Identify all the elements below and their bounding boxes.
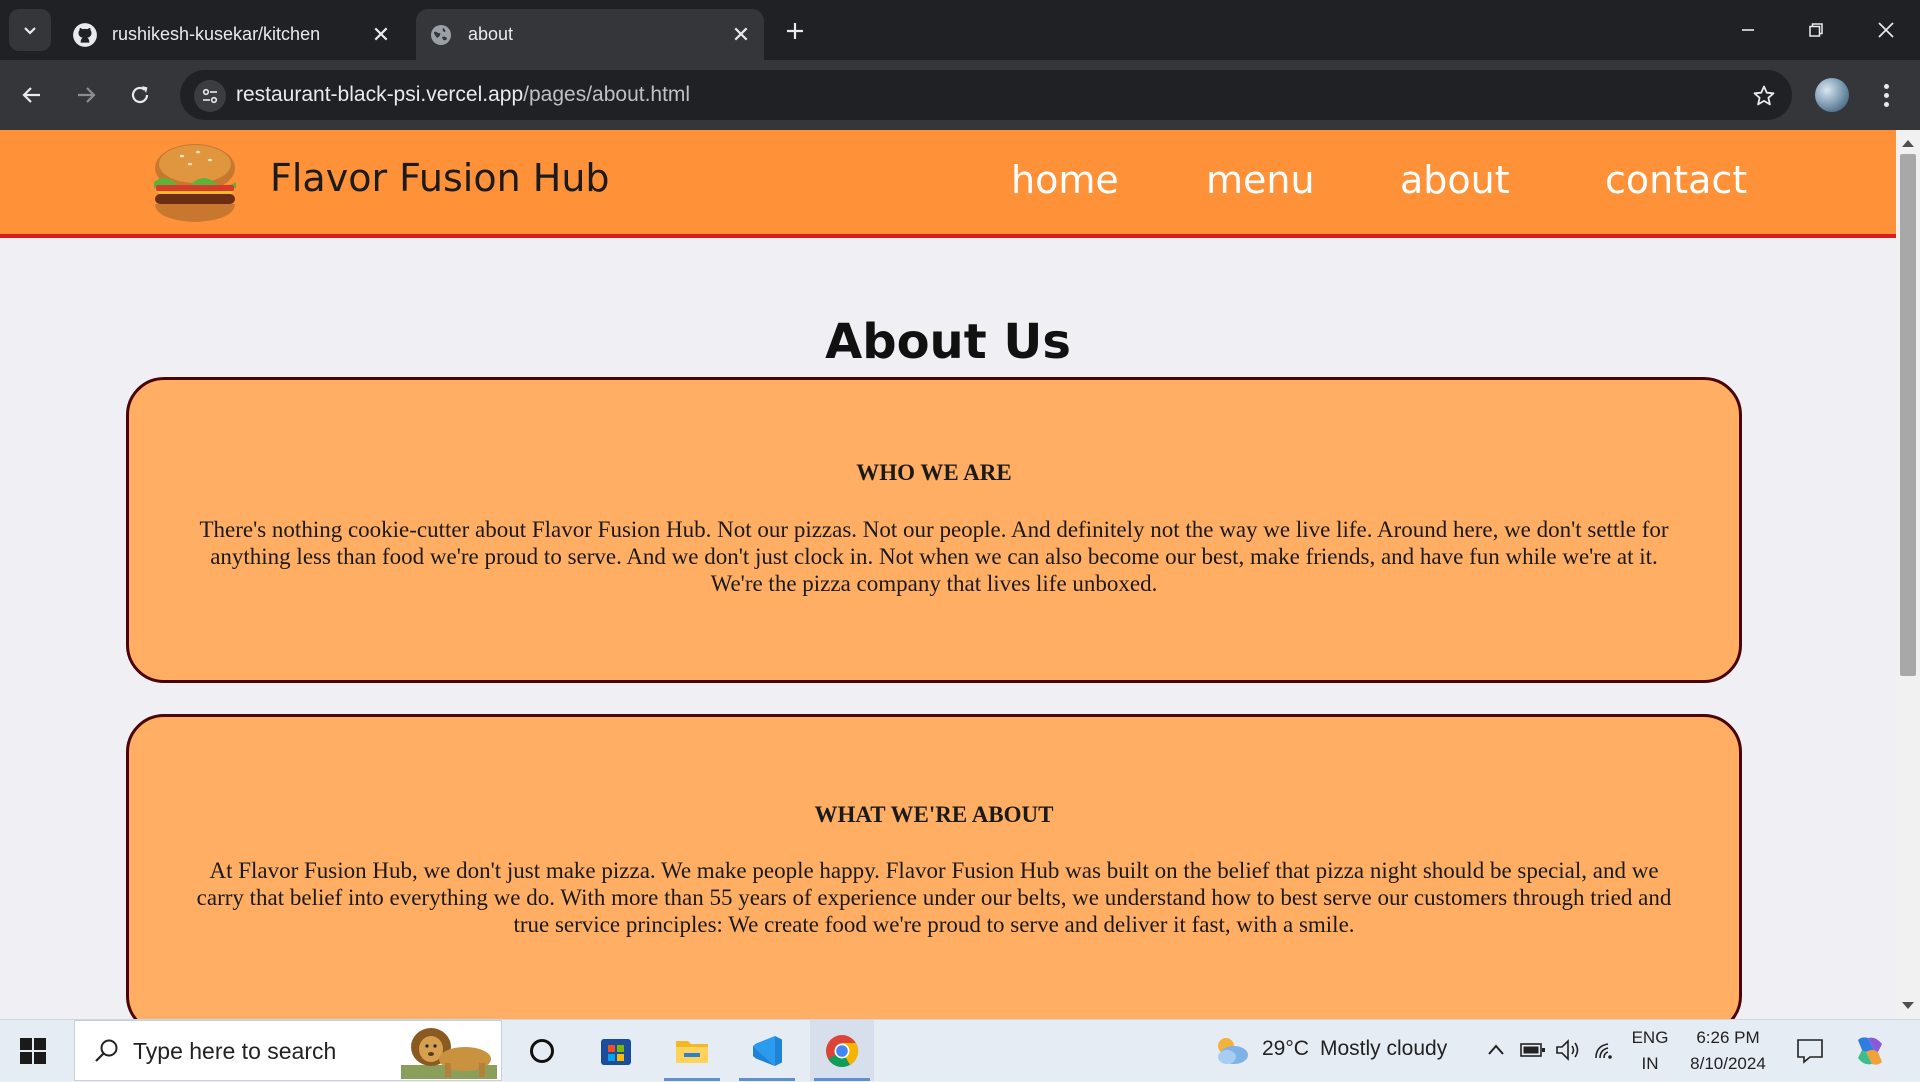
url-path: /pages/about.html — [523, 83, 691, 106]
new-tab-button[interactable] — [778, 14, 812, 48]
close-icon[interactable]: ✕ — [726, 20, 756, 50]
arrow-right-icon — [78, 87, 96, 103]
site-info-icon[interactable] — [194, 80, 226, 112]
vscode-icon[interactable] — [735, 1020, 799, 1081]
network-icon[interactable] — [1592, 1038, 1618, 1062]
browser-toolbar: restaurant-black-psi.vercel.app/pages/ab… — [0, 60, 1920, 130]
microsoft-store-icon[interactable] — [584, 1020, 648, 1081]
tab-search-button[interactable] — [9, 9, 51, 51]
arrow-left-icon — [22, 87, 40, 103]
site-header: Flavor Fusion Hub home menu about contac… — [0, 130, 1896, 238]
menu-dots-icon[interactable] — [1874, 78, 1898, 112]
clock-time[interactable]: 6:26 PM — [1680, 1028, 1776, 1048]
search-icon — [95, 1039, 118, 1062]
tab-github[interactable]: rushikesh-kusekar/kitchen ✕ — [60, 9, 404, 60]
tab-title: about — [468, 24, 514, 44]
battery-icon[interactable] — [1520, 1040, 1546, 1060]
github-icon — [72, 22, 98, 48]
reload-icon — [131, 86, 149, 104]
globe-icon — [428, 22, 454, 48]
reload-button[interactable] — [118, 73, 162, 117]
restore-button[interactable] — [1782, 0, 1850, 60]
weather-cloudy-icon[interactable] — [1212, 1034, 1252, 1066]
scroll-up-arrow-icon[interactable] — [1902, 140, 1914, 147]
card-text: At Flavor Fusion Hub, we don't just make… — [196, 858, 1672, 937]
card-heading: WHAT WE'RE ABOUT — [814, 802, 1054, 827]
cortana-icon[interactable] — [510, 1020, 574, 1081]
tab-title: rushikesh-kusekar/kitchen — [112, 24, 321, 44]
close-icon[interactable]: ✕ — [366, 20, 396, 50]
card-text: There's nothing cookie-cutter about Flav… — [199, 517, 1669, 596]
page-scrollbar[interactable] — [1896, 130, 1920, 1019]
url-host: restaurant-black-psi.vercel.app — [236, 83, 524, 106]
scrollbar-thumb[interactable] — [1900, 154, 1916, 676]
language-bottom[interactable]: IN — [1630, 1054, 1670, 1074]
card-heading: WHO WE ARE — [856, 460, 1012, 485]
plus-icon — [787, 23, 803, 39]
brand-name[interactable]: Flavor Fusion Hub — [270, 156, 610, 200]
burger-logo[interactable] — [150, 140, 240, 226]
speaker-icon[interactable] — [1554, 1038, 1582, 1062]
about-card-what-were-about: WHAT WE'RE ABOUT At Flavor Fusion Hub, w… — [126, 714, 1742, 1019]
back-button[interactable] — [10, 73, 54, 117]
search-placeholder: Type here to search — [133, 1038, 337, 1064]
bookmark-star-icon[interactable] — [1750, 82, 1778, 110]
file-explorer-icon[interactable] — [660, 1020, 724, 1081]
restore-icon — [1809, 23, 1823, 37]
chevron-up-icon[interactable] — [1486, 1042, 1506, 1058]
chrome-icon[interactable] — [810, 1020, 874, 1081]
nav-menu[interactable]: menu — [1206, 158, 1315, 202]
forward-button[interactable] — [64, 73, 108, 117]
minimize-icon — [1742, 29, 1754, 31]
url-text[interactable]: restaurant-black-psi.vercel.app/pages/ab… — [236, 70, 690, 120]
language-top[interactable]: ENG — [1630, 1028, 1670, 1048]
notification-icon[interactable] — [1796, 1038, 1824, 1064]
page-viewport: Flavor Fusion Hub home menu about contac… — [0, 130, 1896, 1019]
windows-taskbar: Type here to search 29°C Mostly cloudy E… — [0, 1019, 1920, 1081]
tab-about[interactable]: about ✕ — [416, 9, 764, 60]
browser-tab-bar: rushikesh-kusekar/kitchen ✕ about ✕ — [0, 0, 1920, 60]
weather-temp[interactable]: 29°C — [1262, 1037, 1309, 1061]
minimize-button[interactable] — [1714, 0, 1782, 60]
chevron-down-icon — [24, 27, 36, 35]
taskbar-search-box[interactable]: Type here to search — [74, 1020, 502, 1081]
scroll-down-arrow-icon[interactable] — [1902, 1002, 1914, 1009]
nav-about[interactable]: about — [1400, 158, 1510, 202]
close-icon — [1878, 22, 1894, 38]
profile-avatar[interactable] — [1815, 78, 1849, 112]
copilot-icon[interactable] — [1852, 1034, 1888, 1068]
clock-date[interactable]: 8/10/2024 — [1680, 1054, 1776, 1074]
address-bar[interactable]: restaurant-black-psi.vercel.app/pages/ab… — [180, 70, 1792, 120]
lion-illustration-icon — [401, 1028, 497, 1079]
about-card-who-we-are: WHO WE ARE There's nothing cookie-cutter… — [126, 377, 1742, 683]
nav-contact[interactable]: contact — [1605, 158, 1747, 202]
nav-home[interactable]: home — [1011, 158, 1119, 202]
page-title: About Us — [825, 314, 1071, 371]
windows-start-icon[interactable] — [20, 1038, 46, 1064]
weather-text[interactable]: Mostly cloudy — [1320, 1037, 1447, 1061]
close-window-button[interactable] — [1852, 0, 1920, 60]
